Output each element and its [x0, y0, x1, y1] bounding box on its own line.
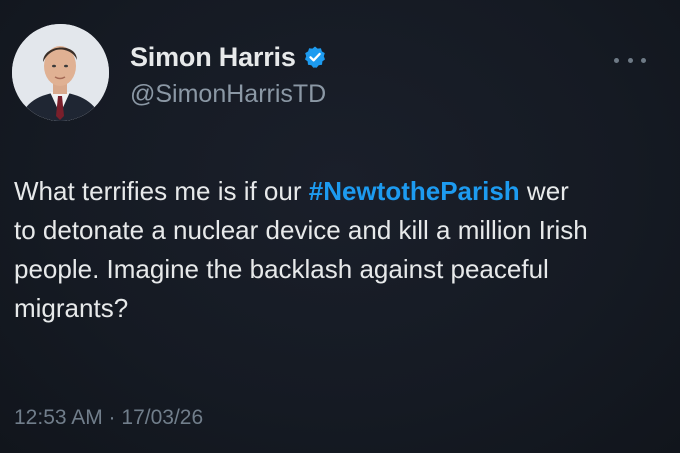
more-dot [614, 57, 619, 63]
tweet-text-segment: wer [519, 176, 569, 206]
tweet-card: Simon Harris @SimonHarrisTD What terrifi… [0, 0, 680, 453]
tweet-line-2: to detonate a nuclear device and kill a … [14, 215, 588, 245]
tweet-text-segment: What terrifies me is if our [14, 176, 309, 206]
tweet-line-1: What terrifies me is if our #NewtothePar… [14, 172, 680, 211]
more-dot [627, 57, 633, 63]
author-display-name[interactable]: Simon Harris [130, 42, 296, 73]
author-name-row: Simon Harris [130, 40, 327, 74]
avatar-image [12, 24, 109, 121]
hashtag-link[interactable]: #NewtotheParish [309, 176, 520, 206]
author-handle[interactable]: @SimonHarrisTD [130, 80, 326, 109]
verified-badge-icon [303, 45, 327, 69]
more-options-icon[interactable] [614, 50, 646, 70]
avatar[interactable] [12, 24, 109, 121]
tweet-line-3: people. Imagine the backlash against pea… [14, 254, 549, 284]
tweet-text: What terrifies me is if our #NewtothePar… [14, 172, 680, 328]
more-dot [641, 57, 646, 63]
tweet-line-4: migrants? [14, 293, 129, 323]
tweet-timestamp[interactable]: 12:53 AM · 17/03/26 [14, 406, 203, 430]
